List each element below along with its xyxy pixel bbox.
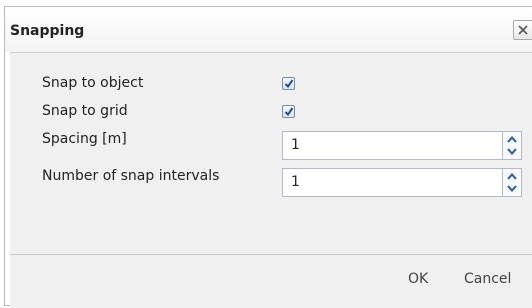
spin-up-icon[interactable] [505, 171, 519, 182]
spin-down-icon[interactable] [505, 183, 519, 194]
spin-up-icon[interactable] [505, 134, 519, 145]
dialog-body: Snap to object Snap to grid Spacing [m] … [10, 52, 532, 255]
cancel-button[interactable]: Cancel [464, 271, 511, 287]
snap-intervals-label: Number of snap intervals [42, 168, 220, 184]
snapping-dialog: Snapping Snap to object Snap to grid Spa… [4, 6, 532, 308]
spacing-value: 1 [291, 137, 300, 153]
checkmark-icon [284, 107, 294, 117]
snap-intervals-spinner[interactable] [502, 169, 521, 196]
checkmark-icon [284, 79, 294, 89]
spacing-label: Spacing [m] [42, 131, 127, 147]
dialog-titlebar[interactable]: Snapping [5, 7, 532, 52]
snap-intervals-input[interactable]: 1 [282, 168, 522, 197]
snap-to-grid-checkbox[interactable] [282, 105, 295, 118]
snap-to-object-checkbox[interactable] [282, 77, 295, 90]
close-button[interactable] [513, 20, 532, 40]
dialog-title: Snapping [10, 23, 85, 39]
snap-to-object-label: Snap to object [42, 75, 144, 91]
snap-to-grid-label: Snap to grid [42, 103, 128, 119]
ok-button[interactable]: OK [408, 271, 428, 287]
spacing-spinner[interactable] [502, 132, 521, 159]
dialog-footer: OK Cancel [10, 254, 532, 308]
spacing-input[interactable]: 1 [282, 131, 522, 160]
snap-intervals-value: 1 [291, 174, 300, 190]
close-icon [518, 25, 528, 35]
spin-down-icon[interactable] [505, 146, 519, 157]
